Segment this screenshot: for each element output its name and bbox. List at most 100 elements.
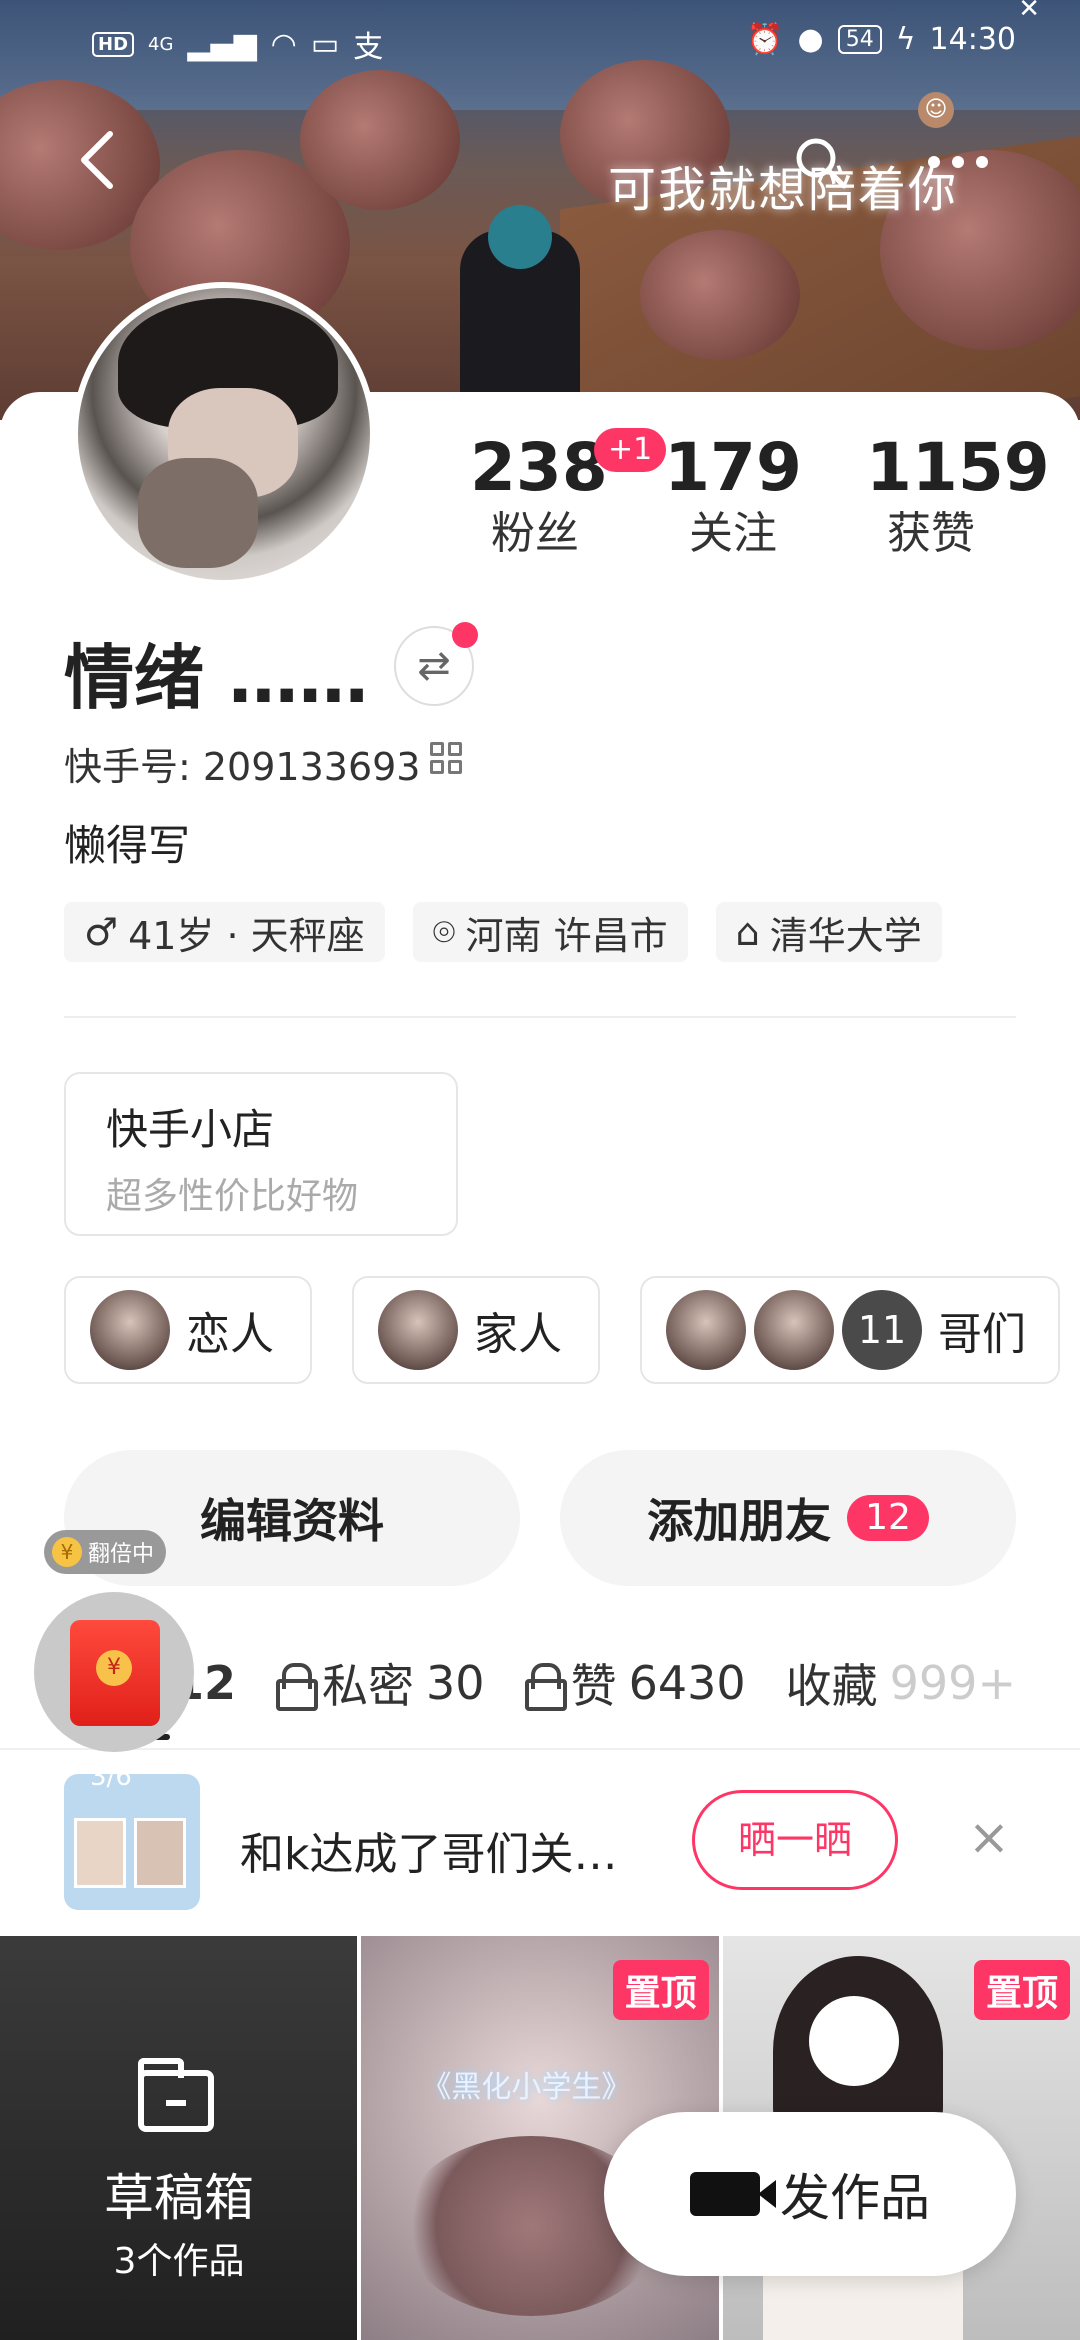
hd-indicator: HD <box>92 31 135 57</box>
more-dot-icon <box>928 156 940 168</box>
photo <box>74 1818 126 1888</box>
divider <box>64 1016 1016 1018</box>
avatar-hand <box>138 458 258 568</box>
pinned-badge: 置顶 <box>612 1960 709 2020</box>
button-label: 编辑资料 <box>200 1494 384 1548</box>
screen-record-close-icon[interactable]: ✕ <box>1018 0 1040 24</box>
avatar <box>90 1290 170 1370</box>
signal-icon: ▂▄▆ <box>187 26 257 62</box>
tab-count: 30 <box>426 1656 485 1710</box>
friend-request-count: 12 <box>847 1495 929 1541</box>
tag-school[interactable]: ⌂ 清华大学 <box>715 902 942 962</box>
face-blur-mask <box>808 1996 899 2086</box>
search-icon <box>796 138 847 189</box>
relation-label: 哥们 <box>938 1309 1026 1360</box>
wifi-icon: ◠ <box>270 26 297 62</box>
drafts-title: 草稿箱 <box>104 2169 254 2227</box>
battery-indicator: 54 <box>837 25 882 54</box>
stat-likes[interactable]: 1159 获赞 <box>866 429 1050 562</box>
share-button[interactable]: 晒一晒 <box>692 1790 898 1890</box>
back-button[interactable] <box>76 128 120 192</box>
relationship-row: 恋人 家人 11 哥们 <box>64 1276 1060 1384</box>
tag-text: 河南 许昌市 <box>465 913 668 958</box>
close-icon[interactable]: × <box>968 1808 1010 1866</box>
avatar <box>754 1290 834 1370</box>
stat-label: 获赞 <box>887 508 975 559</box>
new-fans-badge: +1 <box>594 428 667 472</box>
stat-value: 238 <box>470 429 608 506</box>
tab-count: 6430 <box>628 1656 746 1710</box>
video-caption: 《黑化小学生》 <box>421 2070 632 2105</box>
alipay-icon: 支 <box>353 30 384 65</box>
publish-label: 发作品 <box>780 2169 930 2227</box>
relation-label: 恋人 <box>186 1309 274 1360</box>
action-buttons: 编辑资料 添加朋友 12 <box>64 1450 1016 1586</box>
relation-lover[interactable]: 恋人 <box>64 1276 312 1384</box>
red-packet-label[interactable]: ¥ 翻倍中 <box>44 1530 167 1574</box>
cast-icon: ▭ <box>310 26 340 62</box>
tab-favorites[interactable]: 收藏 999+ <box>786 1650 1016 1716</box>
cover-character-head <box>488 205 552 269</box>
add-friends-button[interactable]: 添加朋友 12 <box>560 1450 1016 1586</box>
more-count: 11 <box>842 1290 922 1370</box>
qr-code-icon[interactable] <box>430 742 462 774</box>
stats-row: 238 粉丝 179 关注 1159 获赞 <box>470 429 1050 562</box>
notification-text: 和k达成了哥们关… <box>240 1829 618 1880</box>
tab-label: 私密 <box>322 1659 415 1713</box>
coin-icon: ¥ <box>52 1537 82 1567</box>
alarm-icon: ⏰ <box>746 22 784 57</box>
cover-tree <box>640 230 800 360</box>
shop-subtitle: 超多性价比好物 <box>106 1176 359 1217</box>
shop-title: 快手小店 <box>106 1105 275 1154</box>
relation-buddies[interactable]: 11 哥们 <box>640 1276 1060 1384</box>
location-pin-icon: ⌾ <box>432 909 456 954</box>
tab-label: 收藏 <box>785 1659 878 1713</box>
folder-icon <box>138 2058 214 2132</box>
notification-thumbnail <box>64 1774 200 1910</box>
back-arrow-icon <box>81 131 113 189</box>
stat-fans[interactable]: 238 粉丝 <box>470 429 608 562</box>
graduation-cap-icon: ⌂ <box>735 910 760 954</box>
profile-tags: ♂ 41岁 · 天秤座 ⌾ 河南 许昌市 ⌂ 清华大学 <box>64 902 942 962</box>
network-indicator: 4G <box>148 33 174 55</box>
drafts-count: 3个作品 <box>113 2241 245 2282</box>
bio: 懒得写 <box>64 821 191 870</box>
nickname: 情绪 …… <box>64 637 369 719</box>
kuaishou-id[interactable]: 快手号: 209133693 <box>64 736 420 791</box>
search-button[interactable] <box>792 134 850 192</box>
lock-icon <box>276 1663 319 1711</box>
divider <box>0 1748 1080 1750</box>
tab-label: 赞 <box>570 1659 617 1713</box>
avatar <box>378 1290 458 1370</box>
status-bar: HD 4G ▂▄▆ ◠ ▭ 支 ⏰ ● 54 ϟ 14:30 ✕ <box>0 0 1080 84</box>
shop-card[interactable]: 快手小店 超多性价比好物 <box>64 1072 458 1236</box>
lock-icon <box>524 1663 567 1711</box>
relation-label: 家人 <box>474 1309 562 1360</box>
drafts-cell[interactable]: 草稿箱 3个作品 <box>0 1936 358 2340</box>
tag-text: 清华大学 <box>769 913 922 958</box>
stat-value: 1159 <box>866 429 1050 506</box>
avatar[interactable] <box>72 282 376 586</box>
tab-count: 999+ <box>889 1656 1016 1710</box>
tag-age-zodiac[interactable]: ♂ 41岁 · 天秤座 <box>64 902 385 962</box>
male-icon: ♂ <box>84 910 119 954</box>
tag-location[interactable]: ⌾ 河南 许昌市 <box>412 902 688 962</box>
clock: 14:30 <box>929 22 1016 57</box>
tag-text: 41岁 · 天秤座 <box>128 913 365 958</box>
swap-arrows-icon: ⇄ <box>417 643 451 689</box>
publish-button[interactable]: 发作品 <box>604 2112 1016 2276</box>
relationship-notification[interactable]: 3/6 和k达成了哥们关… 晒一晒 × <box>0 1760 1080 1930</box>
stat-label: 关注 <box>689 508 777 559</box>
avatar <box>666 1290 746 1370</box>
cover-tree <box>300 70 460 210</box>
more-dot-icon <box>952 156 964 168</box>
charging-icon: ϟ <box>895 22 916 57</box>
smiley-icon: ☺ <box>918 92 954 128</box>
tab-liked[interactable]: 赞 6430 <box>524 1650 746 1716</box>
more-options-button[interactable] <box>928 142 1008 182</box>
tab-private[interactable]: 私密 30 <box>276 1650 485 1716</box>
stat-label: 粉丝 <box>491 508 579 559</box>
notification-dot <box>452 622 478 648</box>
red-packet-text: 翻倍中 <box>88 1542 155 1567</box>
relation-family[interactable]: 家人 <box>352 1276 600 1384</box>
